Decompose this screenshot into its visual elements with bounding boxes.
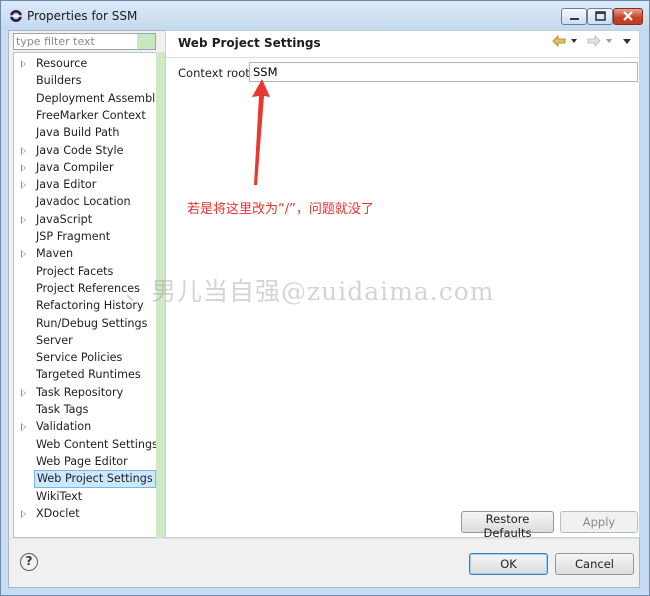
tree-item[interactable]: Task Repository: [14, 385, 154, 401]
back-dropdown-icon[interactable]: [571, 39, 577, 43]
tree-item[interactable]: Validation: [14, 419, 154, 435]
tree-item[interactable]: Web Page Editor: [14, 454, 154, 470]
annotation-arrow: [252, 79, 270, 185]
tree-item[interactable]: Maven: [14, 246, 154, 262]
tree-item[interactable]: WikiText: [14, 489, 154, 505]
annotation-text: 若是将这里改为“/”，问题就没了: [187, 202, 374, 217]
tree-item[interactable]: Web Content Settings: [14, 437, 158, 453]
expand-arrow-icon[interactable]: [21, 60, 26, 68]
cancel-button[interactable]: Cancel: [555, 553, 634, 575]
expand-arrow-icon[interactable]: [21, 146, 26, 155]
filter-input[interactable]: [14, 34, 138, 49]
filter-box[interactable]: [13, 33, 156, 50]
history-navigation: [552, 35, 631, 47]
tree-item-label: Validation: [36, 420, 92, 434]
tree-item[interactable]: Service Policies: [14, 350, 154, 366]
tree-item-label: Web Project Settings: [34, 470, 156, 489]
tree-item[interactable]: Server: [14, 333, 154, 349]
tree-item-label: JSP Fragment: [36, 230, 111, 243]
tree-item[interactable]: Run/Debug Settings: [14, 316, 154, 332]
tree-item[interactable]: XDoclet: [14, 506, 154, 522]
tree-item-label: Task Tags: [36, 403, 89, 416]
page-title: Web Project Settings: [178, 36, 321, 50]
tree-item[interactable]: Resource: [14, 56, 154, 72]
maximize-icon: [595, 11, 606, 21]
tree-item[interactable]: Builders: [14, 73, 154, 89]
expand-arrow-icon[interactable]: [21, 388, 26, 397]
tree-item[interactable]: Java Editor: [14, 177, 154, 193]
tree-item-label: Deployment Assembly: [36, 91, 162, 105]
tree-item-label: Web Content Settings: [36, 437, 158, 451]
tree-item[interactable]: Java Build Path: [14, 125, 154, 141]
minimize-icon: [570, 18, 579, 20]
watermark-text: 、男儿当自强@zuidaima.com: [125, 277, 495, 306]
title-bar[interactable]: Properties for SSM: [1, 1, 649, 31]
minimize-button[interactable]: [561, 8, 587, 25]
tree-item[interactable]: JavaScript: [14, 212, 154, 228]
back-arrow-icon[interactable]: [552, 35, 566, 47]
expand-arrow-icon[interactable]: [21, 163, 26, 172]
tree-item-label: Java Build Path: [36, 126, 120, 140]
close-icon: [623, 11, 633, 21]
tree-item-label: Resource: [36, 57, 88, 70]
tree-item-label: Run/Debug Settings: [36, 316, 148, 330]
tree-item[interactable]: Web Project Settings: [14, 470, 156, 489]
expand-arrow-icon[interactable]: [21, 423, 26, 432]
tree-item-label: Server: [36, 333, 73, 347]
filter-clear-icon[interactable]: [137, 34, 155, 49]
maximize-button[interactable]: [587, 8, 613, 25]
tree-item-label: Maven: [36, 247, 74, 261]
tree-item-label: Builders: [36, 74, 82, 88]
ok-button[interactable]: OK: [469, 553, 548, 575]
context-root-field[interactable]: [249, 62, 638, 82]
tree-item-label: Java Editor: [36, 178, 97, 192]
close-button[interactable]: [613, 8, 643, 25]
restore-defaults-button[interactable]: Restore Defaults: [461, 511, 554, 540]
help-icon[interactable]: ?: [20, 553, 38, 571]
tree-item[interactable]: Deployment Assembly: [14, 91, 162, 107]
context-root-input[interactable]: [250, 63, 633, 81]
expand-arrow-icon[interactable]: [21, 509, 26, 518]
forward-arrow-icon[interactable]: [587, 35, 601, 47]
tree-item-label: JavaScript: [36, 212, 93, 226]
tree-item-label: Web Page Editor: [36, 454, 128, 468]
button-bar-divider: [9, 538, 639, 539]
expand-arrow-icon[interactable]: [21, 215, 26, 224]
expand-arrow-icon[interactable]: [21, 181, 26, 190]
tree-item-label: Javadoc Location: [36, 195, 131, 209]
tree-item[interactable]: Java Code Style: [14, 143, 154, 159]
tree-item-label: Java Compiler: [36, 160, 114, 174]
tree-item-label: FreeMarker Context: [36, 108, 146, 122]
expand-arrow-icon[interactable]: [21, 250, 26, 259]
header-divider: [166, 57, 639, 58]
tree-item[interactable]: JSP Fragment: [14, 229, 154, 245]
tree-item-label: WikiText: [36, 489, 83, 503]
tree-item[interactable]: Javadoc Location: [14, 194, 154, 210]
tree-item-label: Task Repository: [36, 385, 124, 399]
forward-dropdown-icon[interactable]: [606, 39, 612, 43]
tree-item[interactable]: Targeted Runtimes: [14, 367, 154, 383]
apply-button[interactable]: Apply: [560, 511, 638, 533]
tree-item-label: Java Code Style: [36, 143, 124, 157]
window-title: Properties for SSM: [27, 9, 138, 23]
tree-item[interactable]: Java Compiler: [14, 160, 154, 176]
tree-item-label: Project Facets: [36, 264, 114, 278]
tree-item[interactable]: FreeMarker Context: [14, 108, 154, 124]
tree-item-label: Service Policies: [36, 351, 123, 365]
view-menu-icon[interactable]: [623, 39, 631, 44]
tree-item[interactable]: Task Tags: [14, 402, 154, 418]
tree-item-label: Targeted Runtimes: [36, 368, 141, 382]
eclipse-app-icon: [10, 10, 22, 22]
tree-item-label: XDoclet: [36, 506, 80, 520]
